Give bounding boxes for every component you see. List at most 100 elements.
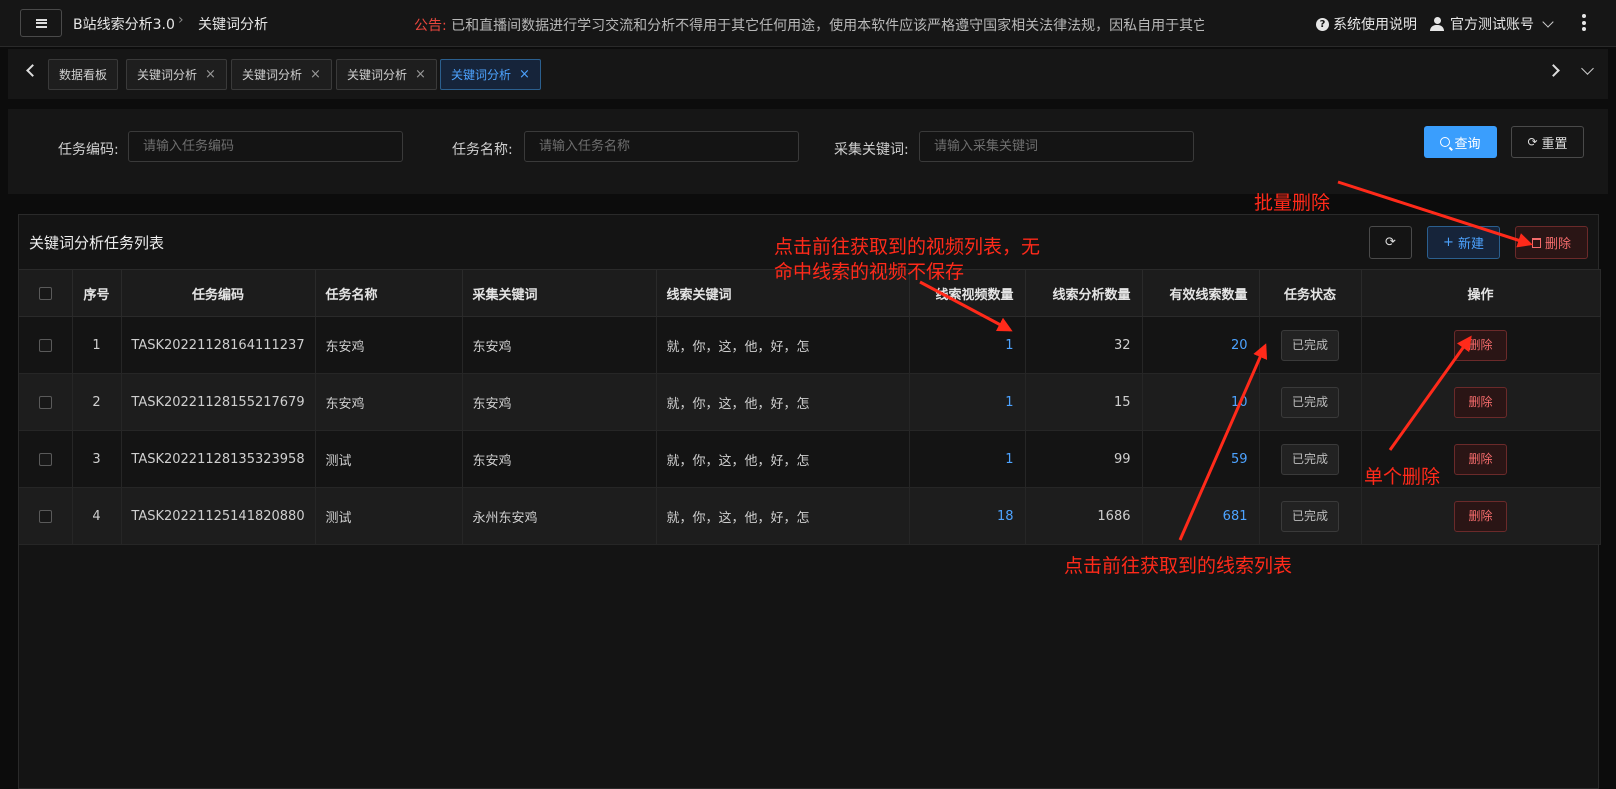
- tabs-bar: 数据看板 关键词分析 × 关键词分析 × 关键词分析 × 关键词分析 ×: [8, 49, 1608, 99]
- cell-status: 已完成: [1259, 316, 1362, 374]
- row-checkbox[interactable]: [19, 487, 73, 545]
- status-badge: 已完成: [1280, 500, 1339, 532]
- column-header: 线索分析数量: [1025, 269, 1143, 317]
- cell-keyword: 东安鸡: [462, 430, 657, 488]
- task-table: 序号 任务编码 任务名称 采集关键词 线索关键词 线索视频数量 线索分析数量 有…: [19, 269, 1601, 545]
- plus-icon: +: [1443, 235, 1454, 250]
- row-checkbox[interactable]: [19, 316, 73, 374]
- tab-label: 数据看板: [59, 68, 108, 82]
- close-icon[interactable]: ×: [519, 67, 530, 82]
- status-badge: 已完成: [1280, 329, 1339, 361]
- more-vertical-icon[interactable]: [1582, 14, 1586, 31]
- refresh-icon: ⟳: [1527, 135, 1538, 149]
- select-all-checkbox[interactable]: [19, 269, 73, 317]
- column-header: 任务编码: [121, 269, 316, 317]
- user-icon: [1430, 17, 1444, 31]
- video-count-link[interactable]: 18: [909, 487, 1026, 545]
- cell-keyword: 东安鸡: [462, 316, 657, 374]
- cell-task-name: 测试: [315, 430, 463, 488]
- cell-clue-keywords: 就，你，这，他，好，怎: [656, 373, 910, 431]
- keyword-label: 采集关键词:: [834, 142, 909, 158]
- cell-keyword: 东安鸡: [462, 373, 657, 431]
- chevron-down-icon[interactable]: [1581, 62, 1594, 75]
- refresh-button[interactable]: ⟳: [1369, 226, 1412, 259]
- keyword-input[interactable]: [919, 131, 1194, 162]
- cell-analysis-count: 1686: [1025, 487, 1143, 545]
- cell-task-code: TASK20221128164111237: [121, 316, 316, 374]
- tab-keyword-analysis-1[interactable]: 关键词分析 ×: [126, 59, 227, 90]
- cell-analysis-count: 32: [1025, 316, 1143, 374]
- cell-action: 删除: [1361, 316, 1601, 374]
- query-label: 查询: [1454, 136, 1481, 152]
- column-header: 有效线索数量: [1142, 269, 1260, 317]
- cell-clue-keywords: 就，你，这，他，好，怎: [656, 430, 910, 488]
- account-dropdown[interactable]: 官方测试账号: [1430, 14, 1554, 34]
- column-header: 任务状态: [1259, 269, 1362, 317]
- cell-clue-keywords: 就，你，这，他，好，怎: [656, 487, 910, 545]
- valid-count-link[interactable]: 59: [1142, 430, 1260, 488]
- query-button[interactable]: 查询: [1424, 126, 1497, 158]
- cell-analysis-count: 99: [1025, 430, 1143, 488]
- new-button[interactable]: + 新建: [1427, 226, 1500, 259]
- trash-icon: [1531, 237, 1541, 248]
- row-delete-button[interactable]: 删除: [1454, 500, 1507, 532]
- close-icon[interactable]: ×: [205, 67, 216, 82]
- breadcrumb-app-title[interactable]: B站线索分析3.0: [73, 14, 175, 34]
- batch-delete-button[interactable]: 删除: [1515, 226, 1588, 259]
- tab-label: 关键词分析: [451, 68, 512, 82]
- annotation-clue-list: 点击前往获取到的线索列表: [1064, 555, 1293, 577]
- tab-label: 关键词分析: [347, 68, 408, 82]
- video-count-link[interactable]: 1: [909, 373, 1026, 431]
- close-icon[interactable]: ×: [415, 67, 426, 82]
- tab-dashboard[interactable]: 数据看板: [48, 59, 119, 90]
- valid-count-link[interactable]: 20: [1142, 316, 1260, 374]
- close-icon[interactable]: ×: [310, 67, 321, 82]
- row-delete-button[interactable]: 删除: [1454, 443, 1507, 475]
- help-label: 系统使用说明: [1333, 17, 1417, 33]
- valid-count-link[interactable]: 10: [1142, 373, 1260, 431]
- chevron-left-icon[interactable]: [26, 64, 39, 77]
- menu-toggle-button[interactable]: [20, 9, 62, 37]
- search-panel: 任务编码: 任务名称: 采集关键词: 查询 ⟳ 重置: [8, 109, 1608, 194]
- row-checkbox[interactable]: [19, 373, 73, 431]
- checkbox-icon: [38, 395, 52, 409]
- checkbox-icon: [38, 286, 52, 300]
- chevron-right-icon[interactable]: [1547, 64, 1560, 77]
- question-icon: ?: [1316, 17, 1329, 31]
- reset-button[interactable]: ⟳ 重置: [1511, 126, 1584, 158]
- account-label: 官方测试账号: [1450, 17, 1534, 33]
- row-delete-button[interactable]: 删除: [1454, 329, 1507, 361]
- tab-keyword-analysis-active[interactable]: 关键词分析 ×: [440, 59, 541, 90]
- hamburger-icon: [35, 18, 47, 28]
- annotation-video-list-line2: 命中线索的视频不保存: [774, 261, 965, 283]
- row-checkbox[interactable]: [19, 430, 73, 488]
- cell-task-name: 测试: [315, 487, 463, 545]
- annotation-video-list-line1: 点击前往获取到的视频列表，无: [774, 236, 1041, 258]
- table-row: 3 TASK20221128135323958 测试 东安鸡 就，你，这，他，好…: [19, 430, 1601, 488]
- checkbox-icon: [38, 452, 52, 466]
- help-link[interactable]: ? 系统使用说明: [1316, 14, 1417, 34]
- cell-task-name: 东安鸡: [315, 373, 463, 431]
- cell-task-code: TASK20221128135323958: [121, 430, 316, 488]
- new-label: 新建: [1457, 237, 1484, 252]
- search-icon: [1440, 137, 1451, 147]
- row-delete-button[interactable]: 删除: [1454, 386, 1507, 418]
- valid-count-link[interactable]: 681: [1142, 487, 1260, 545]
- checkbox-icon: [38, 509, 52, 523]
- column-header: 操作: [1361, 269, 1601, 317]
- cell-task-code: TASK20221128155217679: [121, 373, 316, 431]
- tab-keyword-analysis-3[interactable]: 关键词分析 ×: [336, 59, 437, 90]
- task-code-input[interactable]: [128, 131, 403, 162]
- cell-keyword: 永州东安鸡: [462, 487, 657, 545]
- breadcrumb-current: 关键词分析: [198, 17, 268, 33]
- video-count-link[interactable]: 1: [909, 316, 1026, 374]
- cell-index: 1: [72, 316, 122, 374]
- video-count-link[interactable]: 1: [909, 430, 1026, 488]
- tab-label: 关键词分析: [137, 68, 198, 82]
- tab-keyword-analysis-2[interactable]: 关键词分析 ×: [231, 59, 332, 90]
- cell-index: 3: [72, 430, 122, 488]
- task-name-input[interactable]: [524, 131, 799, 162]
- status-badge: 已完成: [1280, 443, 1339, 475]
- cell-status: 已完成: [1259, 373, 1362, 431]
- chevron-down-icon: [1542, 16, 1554, 28]
